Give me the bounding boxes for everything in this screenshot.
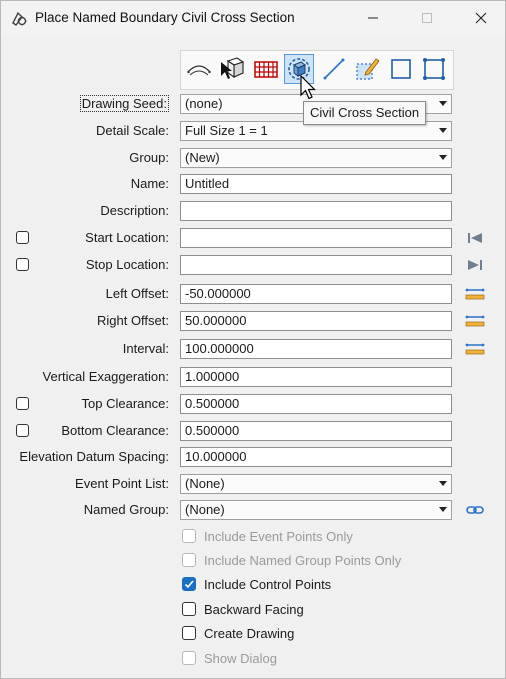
vertical-exaggeration-label: Vertical Exaggeration:	[42, 369, 169, 384]
tool-edit-box[interactable]	[352, 54, 382, 84]
tool-square-corners[interactable]	[419, 54, 449, 84]
include-named-group-points-only-checkbox[interactable]	[182, 553, 196, 567]
drawing-seed-value: (none)	[185, 96, 223, 111]
mouse-cursor-icon	[300, 75, 316, 100]
backward-facing-label: Backward Facing	[204, 601, 304, 617]
bottom-clearance-field[interactable]: 0.500000	[180, 421, 452, 441]
chevron-down-icon	[439, 481, 447, 486]
edit-box-icon	[356, 58, 380, 80]
profile-curve-icon	[187, 65, 211, 76]
show-dialog-option[interactable]: Show Dialog	[182, 649, 277, 667]
right-offset-label: Right Offset:	[96, 313, 169, 328]
backward-facing-checkbox[interactable]	[182, 602, 196, 616]
top-clearance-field[interactable]: 0.500000	[180, 394, 452, 414]
grid-icon	[254, 61, 278, 78]
close-button[interactable]	[457, 1, 505, 35]
close-icon	[475, 12, 487, 24]
chevron-down-icon	[439, 101, 447, 106]
stop-location-label: Stop Location:	[85, 257, 169, 272]
maximize-button[interactable]	[403, 1, 451, 35]
top-clearance-label: Top Clearance:	[81, 396, 169, 411]
checkmark-icon	[184, 580, 194, 589]
elevation-datum-spacing-label: Elevation Datum Spacing:	[19, 449, 169, 464]
title-bar: Place Named Boundary Civil Cross Section	[1, 1, 505, 35]
create-drawing-checkbox[interactable]	[182, 626, 196, 640]
tooltip: Civil Cross Section	[303, 101, 427, 125]
show-dialog-label: Show Dialog	[204, 650, 277, 666]
backward-facing-option[interactable]: Backward Facing	[182, 600, 304, 618]
measure-distance-icon[interactable]	[465, 342, 485, 356]
line-icon	[323, 58, 345, 80]
group-value: (New)	[185, 150, 220, 165]
go-to-end-icon[interactable]	[465, 258, 485, 272]
description-field[interactable]	[180, 201, 452, 221]
start-location-field[interactable]	[180, 228, 452, 248]
include-event-points-only-option[interactable]: Include Event Points Only	[182, 527, 353, 545]
vertical-exaggeration-field[interactable]: 1.000000	[180, 367, 452, 387]
tool-square[interactable]	[386, 54, 416, 84]
tool-palette	[180, 50, 454, 90]
measure-distance-icon[interactable]	[465, 287, 485, 301]
include-event-points-only-checkbox[interactable]	[182, 529, 196, 543]
bottom-clearance-lock-checkbox[interactable]	[16, 424, 29, 437]
group-label: Group:	[129, 150, 169, 165]
drawing-seed-label: Drawing Seed:	[79, 95, 169, 112]
top-clearance-lock-checkbox[interactable]	[16, 397, 29, 410]
name-label: Name:	[130, 176, 169, 191]
named-group-label: Named Group:	[83, 502, 169, 517]
chevron-down-icon	[439, 128, 447, 133]
dialog-window: Place Named Boundary Civil Cross Section	[0, 0, 506, 679]
event-point-list-value: (None)	[185, 476, 225, 491]
chevron-down-icon	[439, 507, 447, 512]
select-3d-box-icon	[221, 57, 245, 79]
include-event-points-only-label: Include Event Points Only	[204, 528, 353, 544]
event-point-list-combo[interactable]: (None)	[180, 474, 452, 494]
show-dialog-checkbox[interactable]	[182, 651, 196, 665]
square-icon	[391, 59, 411, 79]
name-field[interactable]: Untitled	[180, 174, 452, 194]
measure-distance-icon[interactable]	[465, 314, 485, 328]
minimize-button[interactable]	[349, 1, 397, 35]
description-label: Description:	[100, 203, 169, 218]
detail-scale-value: Full Size 1 = 1	[185, 123, 268, 138]
app-icon	[12, 11, 27, 26]
include-named-group-points-only-label: Include Named Group Points Only	[204, 552, 402, 568]
named-group-combo[interactable]: (None)	[180, 500, 452, 520]
left-offset-label: Left Offset:	[105, 286, 169, 301]
maximize-icon	[422, 13, 432, 23]
start-location-lock-checkbox[interactable]	[16, 231, 29, 244]
interval-label: Interval:	[122, 341, 169, 356]
elevation-datum-spacing-field[interactable]: 10.000000	[180, 447, 452, 467]
include-control-points-option[interactable]: Include Control Points	[182, 575, 331, 593]
include-control-points-checkbox[interactable]	[182, 577, 196, 591]
minimize-icon	[368, 17, 378, 19]
right-offset-field[interactable]: 50.000000	[180, 311, 452, 331]
tool-profile-curve[interactable]	[184, 54, 214, 84]
left-offset-field[interactable]: -50.000000	[180, 284, 452, 304]
interval-field[interactable]: 100.000000	[180, 339, 452, 359]
link-icon[interactable]	[465, 503, 485, 517]
stop-location-lock-checkbox[interactable]	[16, 258, 29, 271]
tool-grid[interactable]	[251, 54, 281, 84]
named-group-value: (None)	[185, 502, 225, 517]
create-drawing-label: Create Drawing	[204, 625, 295, 641]
include-named-group-points-only-option[interactable]: Include Named Group Points Only	[182, 551, 401, 569]
tool-select-3d[interactable]	[217, 54, 247, 84]
go-to-start-icon[interactable]	[465, 231, 485, 245]
create-drawing-option[interactable]: Create Drawing	[182, 624, 294, 642]
chevron-down-icon	[439, 155, 447, 160]
start-location-label: Start Location:	[85, 230, 169, 245]
tool-line[interactable]	[319, 54, 349, 84]
square-corners-icon	[423, 58, 445, 80]
window-title: Place Named Boundary Civil Cross Section	[35, 10, 295, 25]
bottom-clearance-label: Bottom Clearance:	[61, 423, 169, 438]
event-point-list-label: Event Point List:	[75, 476, 169, 491]
detail-scale-label: Detail Scale:	[96, 123, 169, 138]
group-combo[interactable]: (New)	[180, 148, 452, 168]
stop-location-field[interactable]	[180, 255, 452, 275]
include-control-points-label: Include Control Points	[204, 576, 332, 592]
